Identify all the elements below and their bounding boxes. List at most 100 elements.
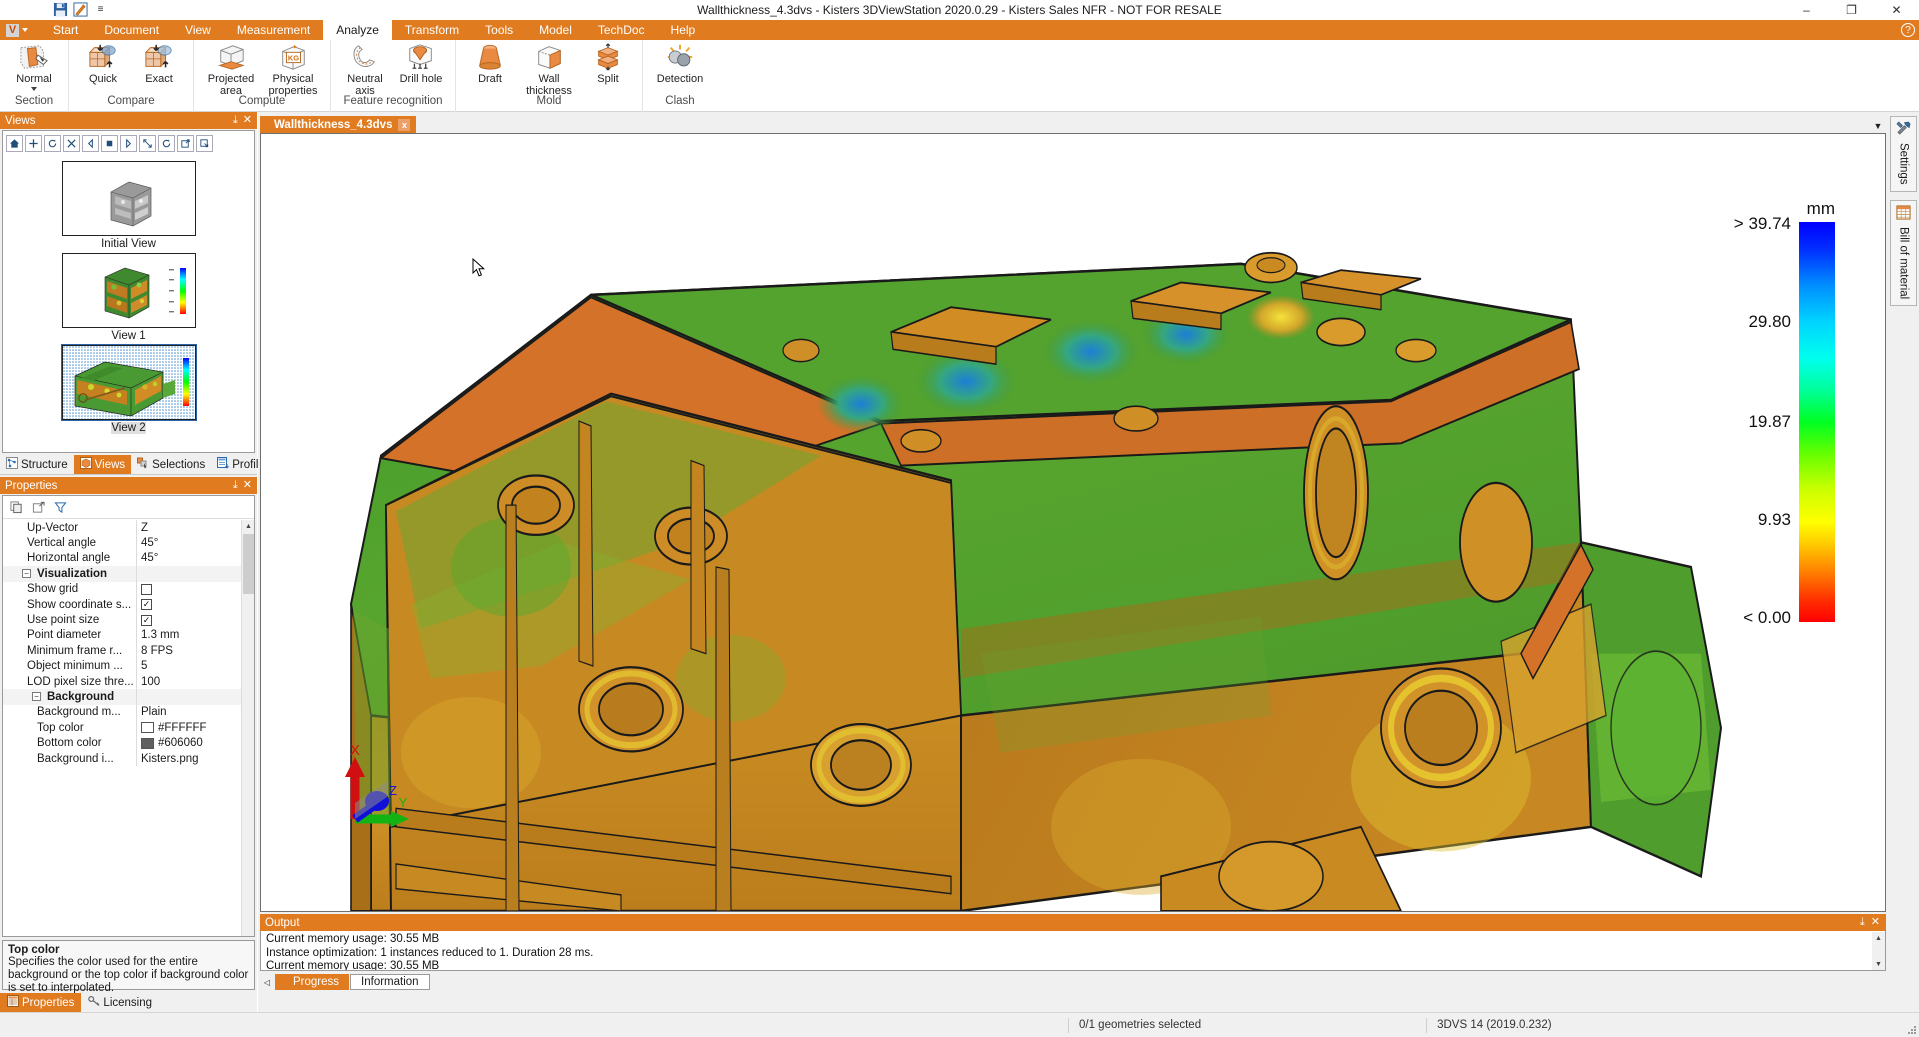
property-row[interactable]: Use point size ✓ [3, 612, 254, 628]
ribbon-button-detection[interactable]: Detection [649, 42, 711, 86]
tab-tools[interactable]: Tools [472, 20, 526, 40]
ribbon-button-draft[interactable]: Draft [462, 42, 518, 86]
pin-icon[interactable]: ⤓ [233, 480, 238, 491]
ribbon-button-neutral-axis[interactable]: Neutral axis [337, 42, 393, 97]
view-thumbnail[interactable] [61, 253, 196, 328]
3d-viewport[interactable]: X Y Z mm > 39.74 29.80 19.87 9.93 < 0.00 [260, 133, 1886, 912]
tab-licensing[interactable]: Licensing [81, 993, 159, 1012]
view-item-view-2[interactable]: View 2 [4, 344, 253, 434]
update-view-icon[interactable] [44, 135, 61, 152]
property-value[interactable]: Kisters.png [136, 750, 254, 767]
tab-techdoc[interactable]: TechDoc [585, 20, 658, 40]
sidebar-item-settings[interactable]: Settings [1890, 116, 1917, 192]
maximize-button[interactable]: ❐ [1829, 0, 1874, 20]
property-row[interactable]: Horizontal angle 45° [3, 550, 254, 567]
copy-icon[interactable] [8, 499, 24, 515]
checkbox-checked[interactable]: ✓ [141, 599, 152, 611]
property-value[interactable]: 5 [136, 658, 254, 674]
property-row-top-color[interactable]: Top color #FFFFFF [3, 720, 254, 736]
properties-scrollbar[interactable]: ▲ [241, 520, 254, 936]
color-swatch[interactable] [141, 722, 154, 734]
ribbon-button-split[interactable]: Split [580, 42, 636, 86]
close-icon[interactable]: ✕ [1871, 917, 1880, 928]
document-tab[interactable]: Wallthickness_4.3dvs x [260, 116, 417, 134]
scroll-up-icon[interactable]: ▲ [242, 520, 255, 533]
property-row[interactable]: Show grid [3, 581, 254, 597]
close-icon[interactable]: x [398, 119, 411, 131]
close-icon[interactable]: ✕ [243, 115, 252, 126]
property-row[interactable]: LOD pixel size thre... 100 [3, 673, 254, 690]
3d-model-render[interactable] [261, 134, 1885, 911]
delete-view-icon[interactable] [63, 135, 80, 152]
scroll-up-icon[interactable]: ▲ [1872, 932, 1885, 944]
sidebar-item-selections[interactable]: Selections [131, 455, 211, 474]
property-value[interactable]: 45° [136, 550, 254, 567]
help-icon[interactable]: ? [1901, 23, 1915, 37]
tab-properties[interactable]: Properties [0, 993, 82, 1012]
close-button[interactable]: ✕ [1874, 0, 1919, 20]
tab-model[interactable]: Model [526, 20, 585, 40]
checkbox-checked[interactable]: ✓ [141, 614, 152, 626]
tab-document[interactable]: Document [91, 20, 172, 40]
property-row[interactable]: Vertical angle 45° [3, 535, 254, 551]
ribbon-button-projected-area[interactable]: Projected area [200, 42, 262, 97]
tab-information[interactable]: Information [350, 974, 430, 990]
sidebar-item-bill-of-material[interactable]: Bill of material [1890, 199, 1917, 306]
tab-transform[interactable]: Transform [392, 20, 472, 40]
collapse-icon[interactable]: − [32, 692, 41, 702]
checkbox-unchecked[interactable] [141, 583, 152, 595]
properties-grid[interactable]: Up-Vector Z Vertical angle 45° Horizonta… [3, 520, 254, 936]
property-value[interactable]: #FFFFFF [136, 720, 254, 736]
property-row[interactable]: Up-Vector Z [3, 520, 254, 536]
collapse-icon[interactable]: − [22, 569, 31, 579]
view-thumbnail[interactable] [61, 161, 196, 236]
stop-view-icon[interactable] [101, 135, 118, 152]
scrollbar-thumb[interactable] [243, 534, 254, 594]
color-swatch[interactable] [141, 737, 154, 749]
property-row[interactable]: Object minimum ... 5 [3, 658, 254, 674]
tab-analyze[interactable]: Analyze [323, 20, 392, 40]
property-row[interactable]: Background m... Plain [3, 704, 254, 721]
property-row[interactable]: Show coordinate s... ✓ [3, 596, 254, 613]
tab-progress[interactable]: Progress [275, 974, 350, 990]
fit-view-icon[interactable] [139, 135, 156, 152]
tab-help[interactable]: Help [658, 20, 709, 40]
import-view-icon[interactable] [196, 135, 213, 152]
property-value[interactable]: ✓ [136, 596, 254, 613]
property-row[interactable]: Point diameter 1.3 mm [3, 627, 254, 644]
sidebar-item-structure[interactable]: Structure [0, 455, 74, 474]
chevron-down-icon[interactable] [31, 86, 37, 91]
ribbon-button-quick-compare[interactable]: Quick [75, 42, 131, 86]
view-item-view-1[interactable]: View 1 [4, 253, 253, 342]
property-value[interactable]: 100 [136, 673, 254, 690]
tab-start[interactable]: Start [40, 20, 91, 40]
ribbon-button-normal-section[interactable]: Normal [6, 42, 62, 91]
home-icon[interactable] [6, 135, 23, 152]
property-row[interactable]: Bottom color #606060 [3, 735, 254, 751]
property-value[interactable]: #606060 [136, 735, 254, 751]
application-menu-button[interactable]: V [0, 20, 40, 40]
ribbon-button-wall-thickness[interactable]: Wall thickness [518, 42, 580, 97]
tab-scroll-left-icon[interactable]: ◁ [260, 974, 274, 990]
view-thumbnail[interactable] [60, 344, 197, 421]
views-list[interactable]: Initial View View 1 View 2 [4, 158, 253, 451]
minimize-button[interactable]: – [1784, 0, 1829, 20]
resize-grip[interactable] [1905, 1023, 1917, 1035]
add-view-icon[interactable] [25, 135, 42, 152]
tab-view[interactable]: View [172, 20, 224, 40]
next-view-icon[interactable] [120, 135, 137, 152]
previous-view-icon[interactable] [82, 135, 99, 152]
property-value[interactable]: Z [136, 520, 254, 536]
export-view-icon[interactable] [177, 135, 194, 152]
tab-measurement[interactable]: Measurement [224, 20, 323, 40]
filter-icon[interactable] [52, 499, 68, 515]
ribbon-button-exact-compare[interactable]: Exact [131, 42, 187, 86]
property-category-row[interactable]: − Visualization [3, 566, 254, 582]
scroll-down-icon[interactable]: ▼ [1872, 958, 1885, 970]
pin-icon[interactable]: ⤓ [233, 115, 238, 126]
property-value[interactable]: 45° [136, 535, 254, 551]
property-row[interactable]: Background i... Kisters.png [3, 750, 254, 767]
property-row[interactable]: Minimum frame r... 8 FPS [3, 643, 254, 659]
ribbon-button-physical-properties[interactable]: KG Physical properties [262, 42, 324, 97]
ribbon-button-drill-hole[interactable]: Drill hole [393, 42, 449, 86]
